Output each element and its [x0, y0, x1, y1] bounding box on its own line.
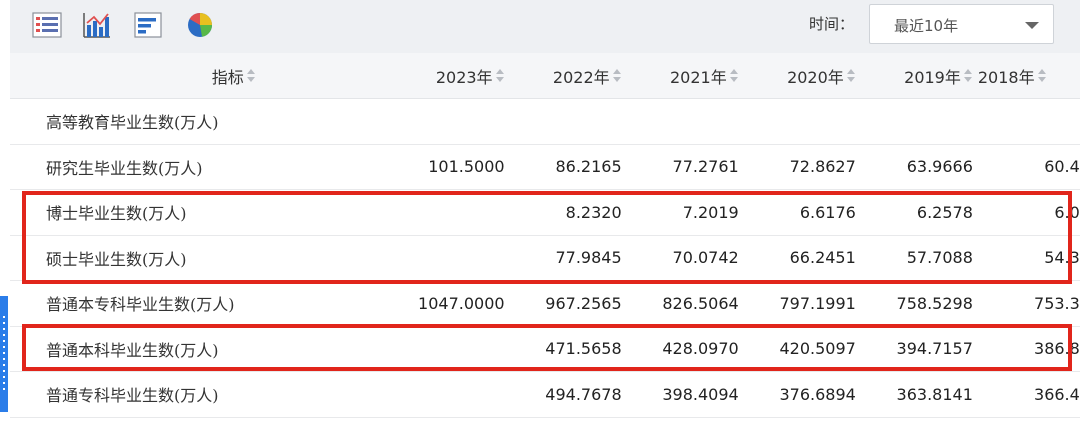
time-label: 时间：	[809, 13, 854, 34]
row-indicator-name: 普通专科毕业生数(万人)	[10, 372, 387, 418]
horizontal-bar-chart-icon[interactable]	[133, 11, 163, 39]
time-range-value: 最近10年	[894, 15, 958, 36]
cell-value: 54.36	[973, 235, 1080, 281]
cell-value: 8.2320	[505, 190, 622, 236]
cell-value: 77.9845	[505, 235, 622, 281]
sort-icon[interactable]	[247, 69, 256, 83]
cell-value: 394.7157	[856, 326, 973, 372]
header-year[interactable]: 2022年	[505, 53, 622, 99]
cell-value: 7.2019	[622, 190, 739, 236]
row-indicator-name: 普通本科毕业生数(万人)	[10, 326, 387, 372]
cell-value: 6.2578	[856, 190, 973, 236]
sort-icon[interactable]	[1038, 69, 1047, 83]
row-indicator-name: 研究生毕业生数(万人)	[10, 144, 387, 190]
row-indicator-name: 高等教育毕业生数(万人)	[10, 99, 387, 145]
table-row: 研究生毕业生数(万人) 101.5000 86.2165 77.2761 72.…	[10, 144, 1080, 190]
cell-value	[622, 99, 739, 145]
header-year[interactable]: 2021年	[622, 53, 739, 99]
time-range-select[interactable]: 最近10年	[869, 4, 1054, 44]
cell-value	[387, 326, 504, 372]
cell-value: 363.8141	[856, 372, 973, 418]
row-indicator-name: 硕士毕业生数(万人)	[10, 235, 387, 281]
cell-value: 6.07	[973, 190, 1080, 236]
header-year[interactable]: 2019年	[856, 53, 973, 99]
cell-value	[387, 99, 504, 145]
pie-chart-icon[interactable]	[185, 11, 215, 39]
cell-value	[505, 99, 622, 145]
cell-value: 366.47	[973, 372, 1080, 418]
row-indicator-name: 普通本专科毕业生数(万人)	[10, 281, 387, 327]
cell-value	[856, 99, 973, 145]
table-row: 普通本专科毕业生数(万人) 1047.0000 967.2565 826.506…	[10, 281, 1080, 327]
chevron-down-icon	[1025, 22, 1039, 29]
cell-value: 1047.0000	[387, 281, 504, 327]
sort-icon[interactable]	[496, 69, 505, 83]
cell-value	[387, 235, 504, 281]
cell-value: 494.7678	[505, 372, 622, 418]
header-year[interactable]: 2018年	[973, 53, 1080, 99]
cell-value: 420.5097	[739, 326, 856, 372]
table-row: 普通本科毕业生数(万人) 471.5658 428.0970 420.5097 …	[10, 326, 1080, 372]
cell-value	[739, 99, 856, 145]
data-table-container: 指标 2023年 2022年 2021年 2020年 2019年 2018年 高…	[10, 53, 1080, 423]
cell-value: 60.43	[973, 144, 1080, 190]
table-row: 普通专科毕业生数(万人) 494.7678 398.4094 376.6894 …	[10, 372, 1080, 418]
table-row: 博士毕业生数(万人) 8.2320 7.2019 6.6176 6.2578 6…	[10, 190, 1080, 236]
header-indicator[interactable]: 指标	[10, 53, 387, 99]
data-table: 指标 2023年 2022年 2021年 2020年 2019年 2018年 高…	[10, 53, 1080, 418]
cell-value: 57.7088	[856, 235, 973, 281]
cell-value: 826.5064	[622, 281, 739, 327]
bar-line-chart-icon[interactable]	[82, 11, 112, 39]
cell-value: 6.6176	[739, 190, 856, 236]
toolbar: 时间： 最近10年	[10, 0, 1080, 53]
sort-icon[interactable]	[613, 69, 622, 83]
cell-value: 66.2451	[739, 235, 856, 281]
cell-value: 63.9666	[856, 144, 973, 190]
cell-value: 428.0970	[622, 326, 739, 372]
side-scroll-tab[interactable]	[0, 296, 8, 412]
cell-value	[387, 372, 504, 418]
cell-value	[387, 190, 504, 236]
cell-value: 70.0742	[622, 235, 739, 281]
cell-value: 77.2761	[622, 144, 739, 190]
cell-value: 386.83	[973, 326, 1080, 372]
table-row: 高等教育毕业生数(万人)	[10, 99, 1080, 145]
sort-icon[interactable]	[964, 69, 973, 83]
header-year[interactable]: 2020年	[739, 53, 856, 99]
sort-icon[interactable]	[730, 69, 739, 83]
table-header-row: 指标 2023年 2022年 2021年 2020年 2019年 2018年	[10, 53, 1080, 99]
cell-value: 758.5298	[856, 281, 973, 327]
sort-icon[interactable]	[847, 69, 856, 83]
header-year[interactable]: 2023年	[387, 53, 504, 99]
cell-value: 398.4094	[622, 372, 739, 418]
cell-value: 753.30	[973, 281, 1080, 327]
cell-value: 72.8627	[739, 144, 856, 190]
cell-value: 101.5000	[387, 144, 504, 190]
cell-value	[973, 99, 1080, 145]
table-view-icon[interactable]	[32, 11, 62, 39]
cell-value: 797.1991	[739, 281, 856, 327]
cell-value: 376.6894	[739, 372, 856, 418]
table-row: 硕士毕业生数(万人) 77.9845 70.0742 66.2451 57.70…	[10, 235, 1080, 281]
row-indicator-name: 博士毕业生数(万人)	[10, 190, 387, 236]
cell-value: 86.2165	[505, 144, 622, 190]
cell-value: 471.5658	[505, 326, 622, 372]
cell-value: 967.2565	[505, 281, 622, 327]
